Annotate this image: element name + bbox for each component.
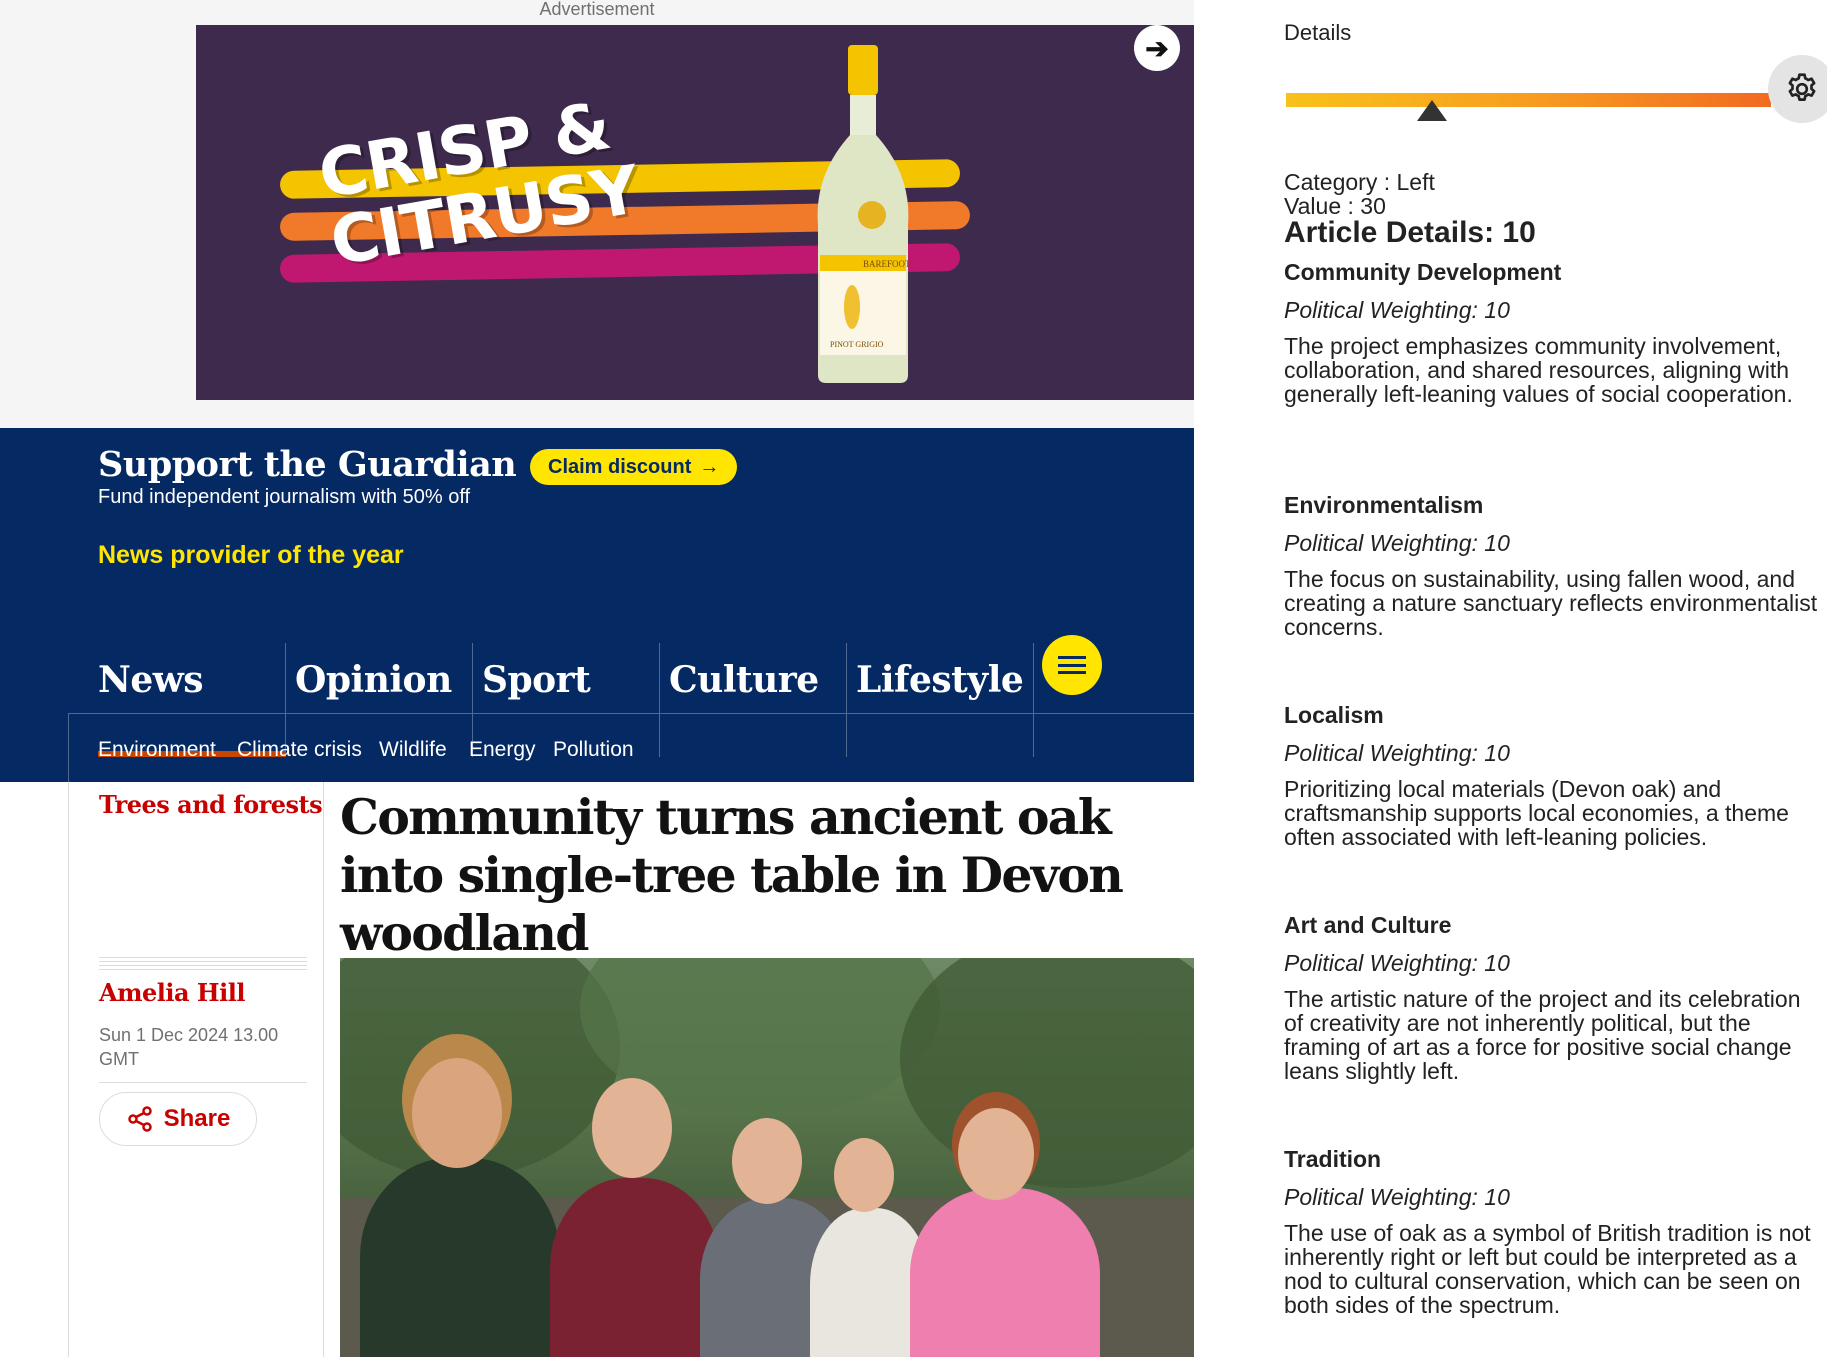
detail-heading: Environmentalism (1284, 492, 1484, 518)
bottle-label-variety: PINOT GRIGIO (830, 340, 884, 349)
detail-weighting: Political Weighting: 10 (1284, 297, 1510, 323)
ad-headline: CRISP & CITRUSY (313, 87, 645, 281)
main-navigation: News provider of the year News Opinion S… (0, 525, 1194, 782)
detail-text: The project emphasizes community involve… (1284, 333, 1793, 407)
detail-section: Tradition Political Weighting: 10 The us… (1284, 1145, 1819, 1317)
share-icon (127, 1106, 152, 1132)
byline-divider (99, 957, 307, 971)
subnav-item-environment[interactable]: Environment (98, 738, 216, 762)
detail-section: Community Development Political Weightin… (1284, 258, 1819, 406)
panel-title: Details (1284, 20, 1352, 45)
arrow-right-icon: → (699, 455, 720, 478)
share-button[interactable]: Share (99, 1092, 257, 1146)
detail-weighting: Political Weighting: 10 (1284, 740, 1510, 766)
value-line: Value : 30 (1284, 193, 1386, 219)
detail-heading: Art and Culture (1284, 912, 1452, 938)
menu-button[interactable] (1042, 635, 1102, 695)
person-figure (360, 1158, 560, 1357)
advertisement-label: Advertisement (539, 0, 655, 19)
nav-pillar-label: Lifestyle (856, 659, 1024, 701)
claim-discount-button[interactable]: Claim discount → (530, 449, 738, 485)
detail-text: The use of oak as a symbol of British tr… (1284, 1220, 1811, 1318)
article-details-heading: Article Details: 10 (1284, 216, 1536, 249)
article-kicker[interactable]: Trees and forests (99, 790, 323, 819)
ad-banner[interactable]: CRISP & CITRUSY BAREFOOT PINOT GRIGIO ➔ (196, 25, 1194, 400)
person-head (958, 1108, 1034, 1200)
advertisement-area: Advertisement CRISP & CITRUSY BAREFOOT P… (0, 0, 1194, 428)
bottle-label-brand: BAREFOOT (863, 259, 911, 269)
date-divider (99, 1082, 307, 1083)
hamburger-icon (1058, 656, 1086, 674)
subnav: Environment Climate crisis Wildlife Ener… (68, 713, 1194, 782)
award-tagline: News provider of the year (98, 541, 404, 569)
subnav-item-energy[interactable]: Energy (469, 738, 536, 762)
detail-weighting: Political Weighting: 10 (1284, 1184, 1510, 1210)
article-hero-image (340, 958, 1194, 1357)
claim-discount-label: Claim discount (548, 455, 692, 478)
detail-heading: Community Development (1284, 259, 1562, 285)
person-figure (550, 1178, 720, 1357)
detail-weighting: Political Weighting: 10 (1284, 950, 1510, 976)
political-meter-bar (1286, 93, 1771, 107)
detail-text: Prioritizing local materials (Devon oak)… (1284, 776, 1789, 850)
person-head (732, 1118, 802, 1204)
subnav-item-climate-crisis[interactable]: Climate crisis (237, 738, 362, 762)
arrow-right-icon: ➔ (1145, 32, 1169, 64)
nav-pillar-label: Culture (669, 659, 819, 701)
foliage (900, 958, 1194, 1188)
detail-section: Environmentalism Political Weighting: 10… (1284, 491, 1819, 639)
wine-bottle-image: BAREFOOT PINOT GRIGIO (817, 45, 911, 383)
article-meta-column: Trees and forests Amelia Hill Sun 1 Dec … (68, 782, 324, 1357)
nav-pillar-label: Sport (482, 659, 591, 701)
nav-pillar-label: News (98, 659, 204, 701)
settings-button[interactable] (1768, 55, 1827, 123)
guardian-page: Advertisement CRISP & CITRUSY BAREFOOT P… (0, 0, 1194, 1357)
support-subtitle: Fund independent journalism with 50% off (98, 486, 471, 508)
nav-pillar-label: Opinion (295, 659, 452, 701)
details-panel: Details Category : Left Value : 30 Artic… (1194, 0, 1827, 1357)
detail-section: Art and Culture Political Weighting: 10 … (1284, 911, 1819, 1083)
political-meter-marker (1416, 100, 1447, 121)
subnav-item-wildlife[interactable]: Wildlife (379, 738, 447, 762)
person-head (412, 1058, 502, 1168)
detail-heading: Tradition (1284, 1146, 1382, 1172)
article-headline: Community turns ancient oak into single-… (340, 788, 1124, 962)
subnav-item-pollution[interactable]: Pollution (553, 738, 634, 762)
person-head (834, 1138, 894, 1212)
detail-section: Localism Political Weighting: 10 Priorit… (1284, 701, 1819, 849)
support-title: Support the Guardian (98, 444, 517, 485)
detail-heading: Localism (1284, 702, 1384, 728)
detail-text: The focus on sustainability, using falle… (1284, 566, 1818, 640)
article: Trees and forests Amelia Hill Sun 1 Dec … (0, 782, 1194, 1357)
person-head (592, 1078, 672, 1178)
ad-next-arrow[interactable]: ➔ (1134, 25, 1180, 71)
detail-weighting: Political Weighting: 10 (1284, 530, 1510, 556)
gear-icon (1788, 73, 1816, 101)
article-date: Sun 1 Dec 2024 13.00 (99, 1025, 279, 1045)
article-timezone: GMT (99, 1049, 139, 1069)
person-figure (910, 1188, 1100, 1357)
support-banner: Support the Guardian Fund independent jo… (0, 428, 1194, 525)
share-label: Share (163, 1105, 231, 1132)
detail-text: The artistic nature of the project and i… (1284, 986, 1801, 1084)
category-line: Category : Left (1284, 169, 1435, 195)
article-author[interactable]: Amelia Hill (99, 978, 245, 1007)
